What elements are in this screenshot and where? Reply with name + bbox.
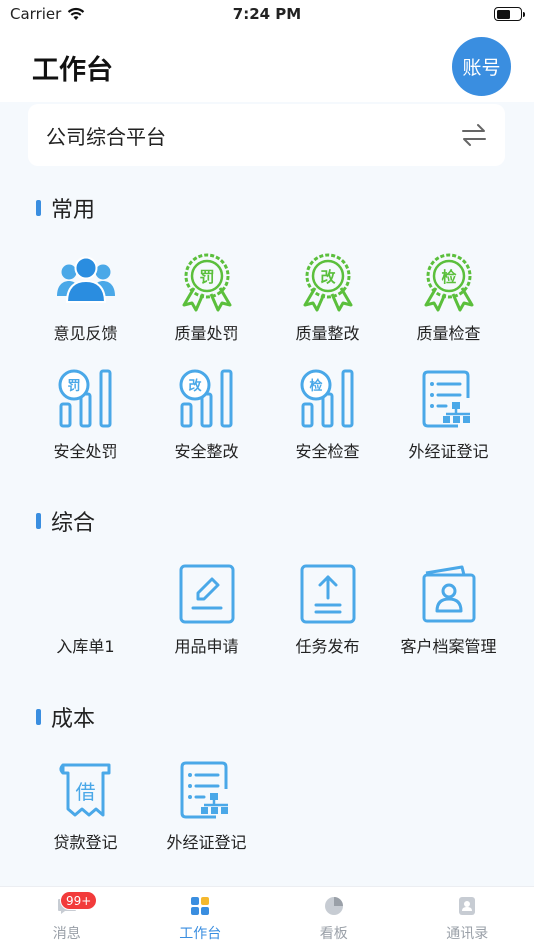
bar-penalty-icon: 罚 xyxy=(55,368,117,430)
grid-item-task-publish[interactable]: 任务发布 xyxy=(267,563,388,667)
status-bar: Carrier 7:24 PM xyxy=(0,0,534,28)
section-label: 综合 xyxy=(51,511,96,536)
grid-item-customer-archive[interactable]: 客户档案管理 xyxy=(388,563,509,667)
loan-scroll-icon: 借 xyxy=(55,759,117,821)
edit-form-icon xyxy=(176,563,238,625)
users-icon xyxy=(55,250,117,312)
svg-text:借: 借 xyxy=(75,780,95,804)
tab-label: 消息 xyxy=(52,926,81,942)
award-penalty-icon: 罚 xyxy=(176,250,238,312)
section-marker xyxy=(36,513,41,529)
content: 公司综合平台 常用 意见反馈 罚 质量处罚 改 质量整改 检 质量检查 罚 安全… xyxy=(0,102,534,886)
award-rectify-icon: 改 xyxy=(297,250,359,312)
tab-messages[interactable]: 99+ 消息 xyxy=(0,887,134,950)
grid-item-safety-inspect[interactable]: 检 安全检查 xyxy=(267,368,388,472)
switch-arrows-icon[interactable] xyxy=(459,120,489,150)
bar-inspect-icon: 检 xyxy=(297,368,359,430)
tab-dashboard[interactable]: 看板 xyxy=(267,887,401,950)
bar-rectify-icon: 改 xyxy=(176,368,238,430)
section-title-common: 常用 xyxy=(36,192,95,224)
status-time: 7:24 PM xyxy=(232,5,302,23)
grid-item-label: 用品申请 xyxy=(174,637,239,656)
platform-selector[interactable]: 公司综合平台 xyxy=(28,104,505,166)
org-list-icon xyxy=(418,368,480,430)
tab-bar: 99+ 消息 工作台 看板 通讯录 xyxy=(0,886,534,950)
grid-item-foreign-cert[interactable]: 外经证登记 xyxy=(388,368,509,472)
tab-label: 工作台 xyxy=(179,926,222,942)
grid-item-label: 质量整改 xyxy=(295,324,360,343)
section-label: 成本 xyxy=(51,707,96,732)
grid-item-supplies-request[interactable]: 用品申请 xyxy=(146,563,267,667)
svg-text:改: 改 xyxy=(188,378,202,394)
section-marker xyxy=(36,200,41,216)
org-list-icon xyxy=(176,759,238,821)
grid-item-label: 客户档案管理 xyxy=(400,637,497,656)
grid-item-label: 外经证登记 xyxy=(166,833,247,852)
grid-item-label: 质量检查 xyxy=(416,324,481,343)
grid-item-label: 安全检查 xyxy=(295,442,360,461)
grid-item-label: 外经证登记 xyxy=(408,442,489,461)
pie-icon xyxy=(323,895,345,917)
grid-item-label: 入库单1 xyxy=(56,637,115,656)
tab-label: 通讯录 xyxy=(446,926,489,942)
tab-workbench[interactable]: 工作台 xyxy=(134,887,268,950)
award-inspect-icon: 检 xyxy=(418,250,480,312)
grid-icon xyxy=(189,895,211,917)
platform-name: 公司综合平台 xyxy=(46,124,166,149)
svg-text:检: 检 xyxy=(309,378,322,394)
grid-item-label: 安全整改 xyxy=(174,442,239,461)
contacts-icon xyxy=(456,895,478,917)
archive-user-icon xyxy=(418,563,480,625)
grid-item-feedback[interactable]: 意见反馈 xyxy=(25,250,146,354)
unread-badge: 99+ xyxy=(60,891,98,910)
account-button[interactable]: 账号 xyxy=(452,37,511,96)
grid-item-safety-penalty[interactable]: 罚 安全处罚 xyxy=(25,368,146,472)
header: 工作台 账号 xyxy=(0,28,534,102)
svg-text:罚: 罚 xyxy=(199,268,214,286)
svg-text:改: 改 xyxy=(320,268,336,286)
blank-icon xyxy=(55,563,117,625)
grid-item-label: 任务发布 xyxy=(295,637,360,656)
grid-item-quality-penalty[interactable]: 罚 质量处罚 xyxy=(146,250,267,354)
grid-item-label: 意见反馈 xyxy=(53,324,118,343)
grid-item-quality-inspect[interactable]: 检 质量检查 xyxy=(388,250,509,354)
svg-text:罚: 罚 xyxy=(67,379,80,394)
grid-item-label: 质量处罚 xyxy=(174,324,239,343)
section-marker xyxy=(36,709,41,725)
svg-text:检: 检 xyxy=(441,268,456,286)
grid-item-label: 贷款登记 xyxy=(53,833,118,852)
section-label: 常用 xyxy=(51,198,96,223)
grid-item-label: 安全处罚 xyxy=(53,442,118,461)
tab-label: 看板 xyxy=(319,926,348,942)
section-title-cost: 成本 xyxy=(36,701,95,733)
grid-item-safety-rectify[interactable]: 改 安全整改 xyxy=(146,368,267,472)
grid-item-inbound-order[interactable]: 入库单1 xyxy=(25,563,146,667)
battery-icon xyxy=(494,7,525,21)
section-title-general: 综合 xyxy=(36,505,95,537)
grid-item-loan-register[interactable]: 借 贷款登记 xyxy=(25,759,146,863)
grid-item-foreign-cert-cost[interactable]: 外经证登记 xyxy=(146,759,267,863)
upload-form-icon xyxy=(297,563,359,625)
tab-contacts[interactable]: 通讯录 xyxy=(401,887,534,950)
page-title: 工作台 xyxy=(32,55,113,86)
grid-item-quality-rectify[interactable]: 改 质量整改 xyxy=(267,250,388,354)
